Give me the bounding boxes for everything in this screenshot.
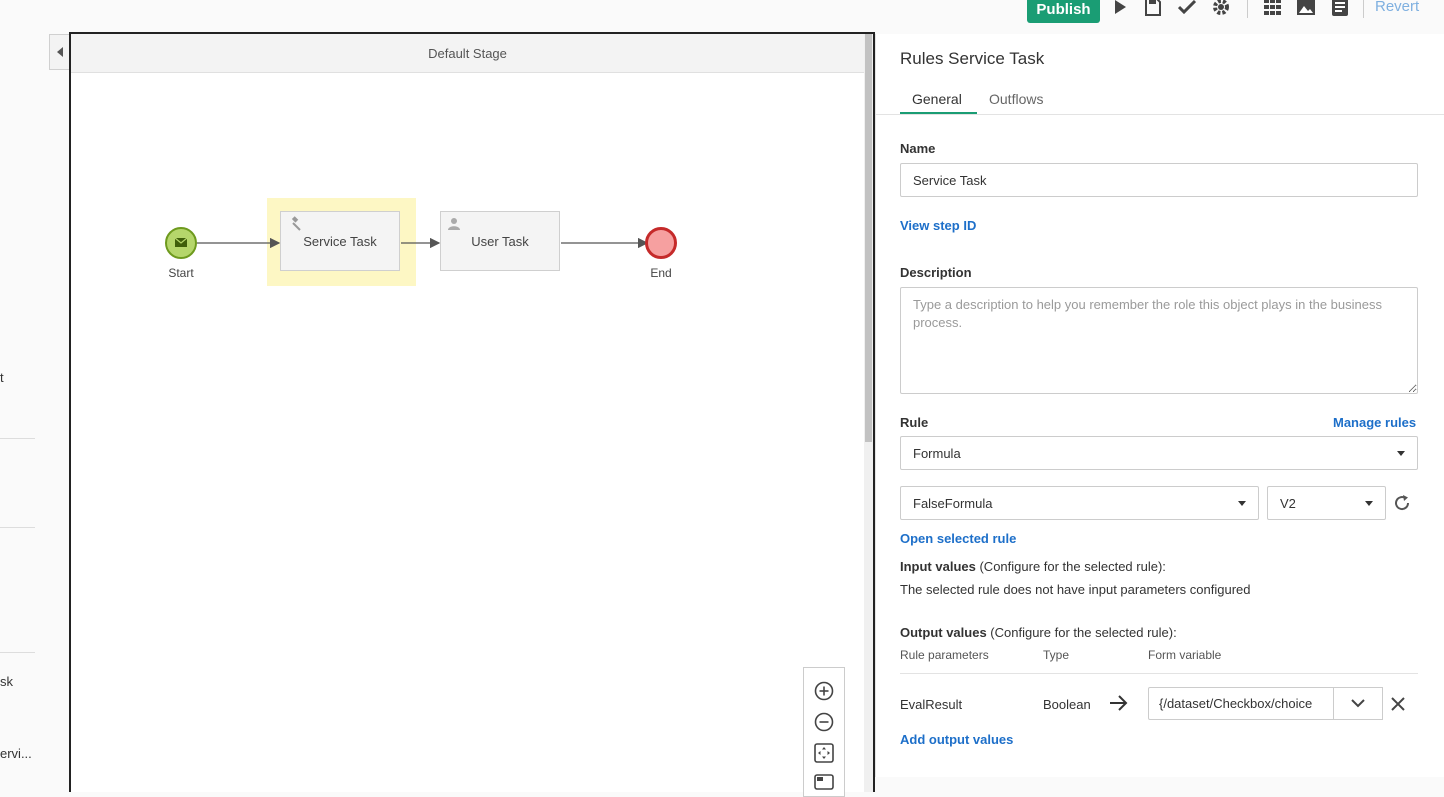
left-nav-item-fragment[interactable]: sk <box>0 674 13 689</box>
play-icon[interactable] <box>1109 0 1131 18</box>
chevron-down-icon <box>1351 699 1365 708</box>
divider <box>0 438 35 439</box>
end-event[interactable] <box>644 226 678 260</box>
caret-down-icon <box>1365 501 1373 506</box>
caret-down-icon <box>1397 451 1405 456</box>
zoom-controls <box>803 667 845 797</box>
zoom-in-icon[interactable] <box>813 680 835 702</box>
toolbar-divider <box>1247 0 1248 18</box>
remove-output-icon[interactable] <box>1390 696 1406 717</box>
divider <box>0 652 35 653</box>
view-step-id-link[interactable]: View step ID <box>900 218 976 233</box>
toolbar-divider <box>1363 0 1364 18</box>
chevron-left-icon <box>56 47 63 57</box>
rule-version-select[interactable]: V2 <box>1267 486 1386 520</box>
arrow-right-icon <box>1109 694 1129 717</box>
rule-name-value: FalseFormula <box>913 495 993 511</box>
rule-version-value: V2 <box>1280 495 1296 511</box>
tab-general[interactable]: General <box>912 91 962 107</box>
save-icon[interactable] <box>1142 0 1164 18</box>
panel-title: Rules Service Task <box>900 49 1045 68</box>
add-output-values-link[interactable]: Add output values <box>900 732 1013 747</box>
output-values-hint: (Configure for the selected rule): <box>986 625 1177 640</box>
user-task-node[interactable]: User Task <box>440 211 560 271</box>
properties-panel: Rules Service Task General Outflows Name… <box>875 34 1444 777</box>
output-values-heading: Output values (Configure for the selecte… <box>900 625 1177 640</box>
publish-button[interactable]: Publish <box>1027 0 1100 23</box>
output-parameter: EvalResult <box>900 697 963 712</box>
rule-type-select[interactable]: Formula <box>900 436 1418 470</box>
image-icon[interactable] <box>1295 0 1317 18</box>
envelope-icon <box>174 237 188 247</box>
rule-label: Rule <box>900 415 929 430</box>
divider <box>0 527 35 528</box>
document-icon[interactable] <box>1329 0 1351 18</box>
form-variable-field[interactable] <box>1148 687 1334 720</box>
input-values-label: Input values <box>900 559 976 574</box>
form-variable-dropdown-button[interactable] <box>1333 687 1383 720</box>
start-event[interactable] <box>164 226 198 260</box>
revert-button[interactable]: Revert <box>1375 0 1419 15</box>
caret-down-icon <box>1238 501 1246 506</box>
description-label: Description <box>900 265 972 280</box>
manage-rules-link[interactable]: Manage rules <box>1333 415 1416 430</box>
check-icon[interactable] <box>1176 0 1198 18</box>
user-icon <box>448 218 460 230</box>
grid-icon[interactable] <box>1262 0 1284 18</box>
service-task-node[interactable]: Service Task <box>280 211 400 271</box>
input-values-hint: (Configure for the selected rule): <box>975 559 1166 574</box>
input-values-message: The selected rule does not have input pa… <box>900 582 1251 597</box>
column-header-form-variable: Form variable <box>1148 648 1222 662</box>
tabs-divider <box>876 114 1444 115</box>
end-label: End <box>650 266 672 280</box>
input-values-heading: Input values (Configure for the selected… <box>900 559 1166 574</box>
output-table-divider <box>900 673 1418 674</box>
open-selected-rule-link[interactable]: Open selected rule <box>900 531 1016 546</box>
service-task-label: Service Task <box>303 233 377 249</box>
column-header-rule-parameters: Rule parameters <box>900 648 989 662</box>
left-nav-item-fragment[interactable]: t <box>0 370 4 385</box>
rule-type-value: Formula <box>913 445 961 461</box>
left-nav-item-fragment[interactable]: ervi... <box>0 746 32 761</box>
column-header-type: Type <box>1043 648 1070 662</box>
gear-icon[interactable] <box>1210 0 1232 18</box>
collapse-left-panel-button[interactable] <box>49 34 70 70</box>
description-field[interactable] <box>900 287 1418 394</box>
output-values-label: Output values <box>900 625 987 640</box>
output-type: Boolean <box>1043 697 1091 712</box>
start-label: Start <box>168 266 194 280</box>
zoom-out-icon[interactable] <box>813 711 835 733</box>
refresh-icon[interactable] <box>1392 493 1412 518</box>
process-canvas[interactable]: Default Stage Start Service Task User Ta… <box>69 32 875 797</box>
name-label: Name <box>900 141 936 156</box>
tab-outflows[interactable]: Outflows <box>989 91 1043 107</box>
name-field[interactable] <box>900 163 1418 197</box>
hammer-icon <box>291 216 301 231</box>
user-task-label: User Task <box>471 233 529 249</box>
left-navigation-strip: t sk ervi... <box>0 0 36 777</box>
minimap-icon[interactable] <box>813 771 835 793</box>
rule-name-select[interactable]: FalseFormula <box>900 486 1259 520</box>
fit-to-screen-icon[interactable] <box>813 742 835 764</box>
